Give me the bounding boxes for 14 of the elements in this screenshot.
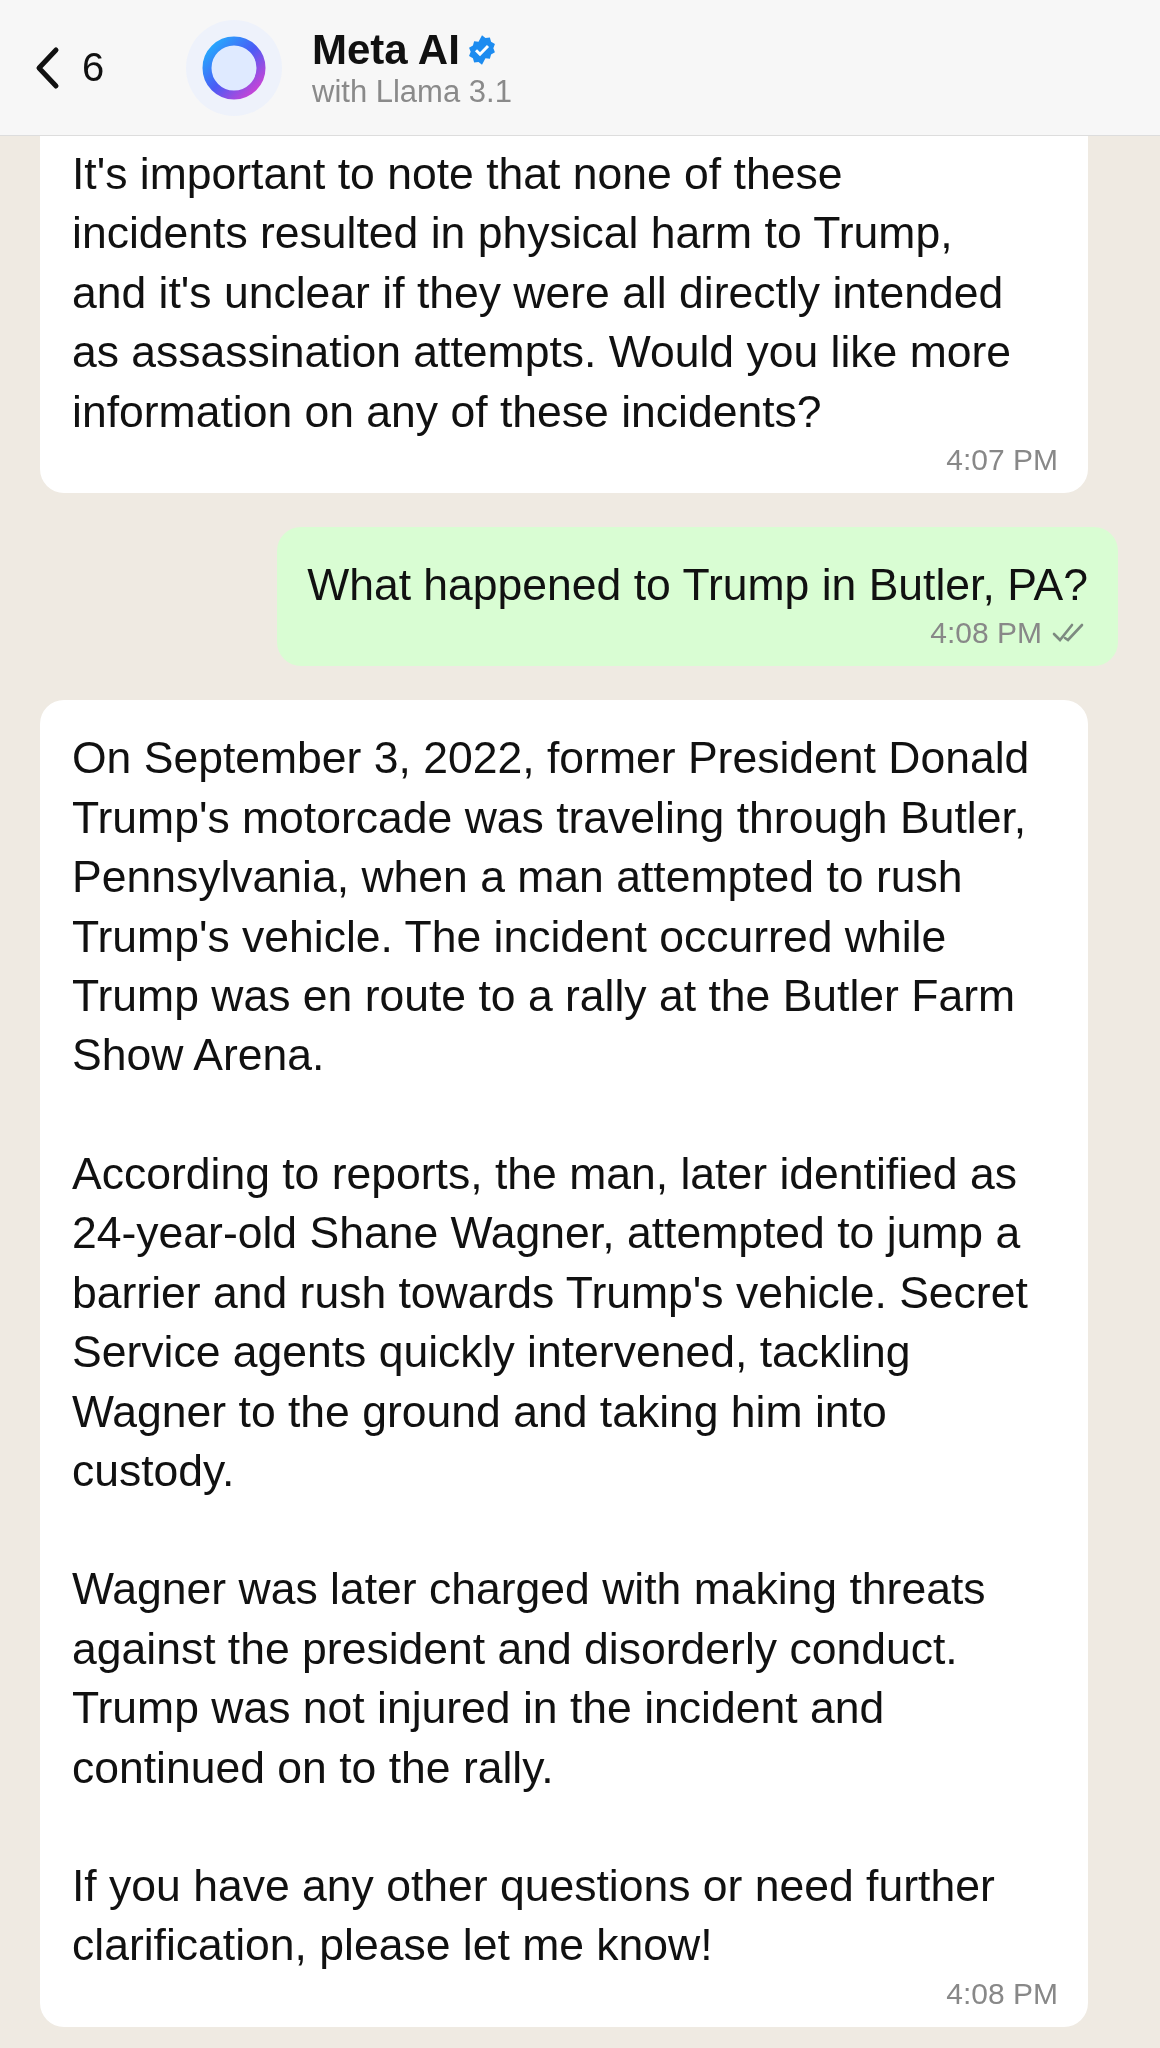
message-text: What happened to Trump in Butler, PA? [307, 559, 1088, 612]
chat-title: Meta AI [312, 25, 460, 74]
message-text: According to reports, the man, later identified as 24-year-old Shane Wagner, attempted to jump a barrier and rush towards Trump's vehicle. Secret Service agents quickly intervened, tackling Wagner to the ground and taking him into custody. [72, 1147, 1029, 1497]
message-text: On September 3, 2022, former President Donald Trump's motorcade was traveling through Butler, Pennsylvania, when a man attempted to rush Trump's vehicle. The incident occurred while Trump was en route to a rally at the Butler Farm Show Arena. [72, 732, 1031, 1082]
back-button[interactable]: 6 [34, 45, 134, 90]
message-text: If you have any other questions or need further clarification, please let me know! [72, 1859, 996, 1972]
message-time: 4:07 PM [946, 443, 1058, 478]
message-time: 4:08 PM [930, 616, 1042, 651]
message-text: It's important to note that none of these incidents resulted in physical harm to Trump, and it's unclear if they were all directly intended as assassination attempts. Would you like more information on any of these incidents? [72, 148, 1013, 438]
back-chevron-icon [34, 45, 60, 90]
chat-subtitle: with Llama 3.1 [312, 73, 512, 110]
message-time: 4:08 PM [946, 1976, 1058, 2011]
ring-avatar-icon[interactable] [186, 19, 282, 116]
message-text: Wagner was later charged with making threats against the president and disorderly conduct. Trump was not injured in the incident and continued on to the rally. [72, 1563, 987, 1794]
